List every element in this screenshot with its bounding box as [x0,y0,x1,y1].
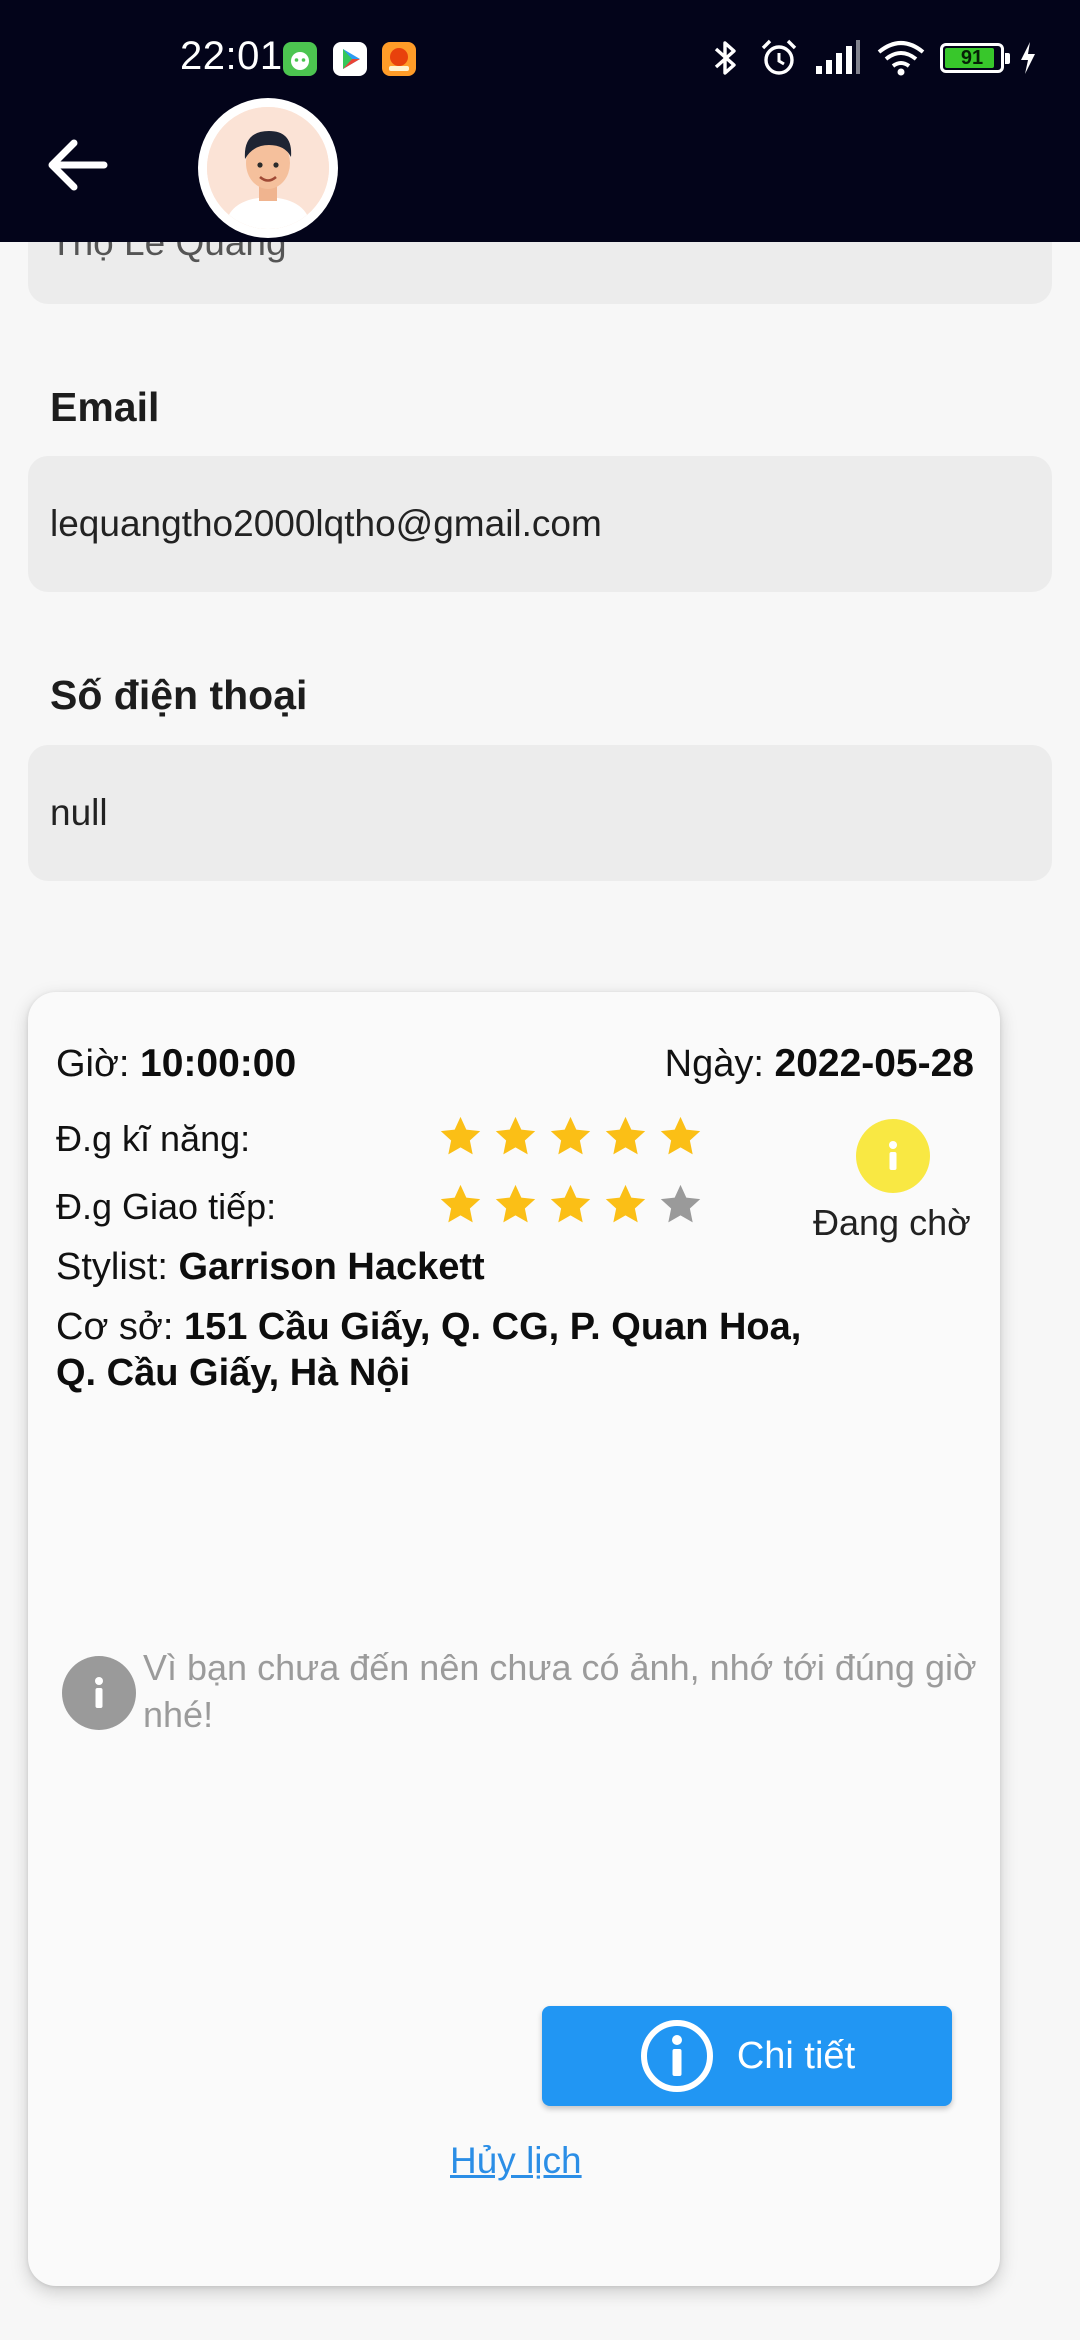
star-filled-icon [550,1184,591,1223]
branch-label: Cơ sở: [56,1306,174,1348]
status-label: Đang chờ [813,1202,971,1243]
communication-rating-stars [438,1182,703,1227]
signal-icon [816,40,860,74]
time-value: 10:00:00 [140,1042,297,1085]
charging-icon [1021,42,1035,74]
info-circle-icon [640,2020,713,2092]
star-filled-icon [605,1184,646,1223]
branch-value-line2: Q. Cầu Giấy, Hà Nội [56,1352,411,1394]
detail-button[interactable]: Chi tiết [542,2006,952,2106]
back-button[interactable] [40,128,114,202]
branch-value-line1: 151 Cầu Giấy, Q. CG, P. Quan Hoa, [183,1306,802,1348]
user-avatar-icon [207,107,329,229]
phone-label: Số điện thoại [50,672,308,718]
star-filled-icon [550,1116,591,1155]
skill-rating-stars [438,1114,703,1159]
star-filled-icon [605,1116,646,1155]
time-label: Giờ: [56,1043,130,1085]
info-icon [95,1677,103,1708]
stylist-label: Stylist: [56,1246,168,1288]
detail-button-label: Chi tiết [736,2034,856,2077]
star-filled-icon [440,1184,481,1223]
email-label: Email [50,384,160,430]
phone-field[interactable]: null [28,745,1052,881]
skill-rating-label: Đ.g kĩ năng: [56,1118,251,1159]
android-notification-icon [283,42,317,76]
time-row: Giờ: 10:00:00 [56,1042,296,1086]
battery-level: 91 [960,47,984,69]
branch-row-2: Q. Cầu Giấy, Hà Nội [56,1352,410,1395]
star-filled-icon [495,1184,536,1223]
email-field[interactable]: lequangtho2000lqtho@gmail.com [28,456,1052,592]
info-icon [889,1141,897,1170]
screen: Thọ Lê Quang Email lequangtho2000lqtho@g… [0,0,1080,2340]
appointment-card: Giờ: 10:00:00 Ngày: 2022-05-28 Đ.g kĩ nă… [28,992,1000,2286]
avatar[interactable] [198,98,338,238]
status-bar: 22:01 91 [0,0,1080,118]
star-filled-icon [495,1116,536,1155]
phone-field-value: null [50,792,108,833]
bluetooth-icon [714,41,736,75]
back-arrow-icon [48,139,108,191]
star-empty-icon [660,1184,701,1223]
note-info-icon [62,1656,136,1730]
battery-icon: 91 [940,43,1010,73]
date-row: Ngày: 2022-05-28 [665,1042,974,1086]
status-time: 22:01 [180,34,283,78]
status-indicator [856,1119,930,1193]
app-bar: 22:01 91 [0,0,1080,242]
play-store-notification-icon [333,42,367,76]
no-photo-note: Vì bạn chưa đến nên chưa có ảnh, nhớ tới… [143,1647,977,1735]
branch-row: Cơ sở: 151 Cầu Giấy, Q. CG, P. Quan Hoa, [56,1306,801,1349]
alarm-icon [761,39,797,75]
date-value: 2022-05-28 [774,1042,975,1085]
cancel-appointment-link[interactable]: Hủy lịch [450,2140,582,2182]
star-filled-icon [660,1116,701,1155]
app-notification-icon [382,42,416,76]
communication-rating-label: Đ.g Giao tiếp: [56,1186,277,1227]
stylist-value: Garrison Hackett [178,1246,485,1288]
system-icons: 91 [708,36,1038,80]
star-filled-icon [440,1116,481,1155]
email-field-value: lequangtho2000lqtho@gmail.com [50,503,602,544]
date-label: Ngày: [664,1043,764,1085]
wifi-icon [877,41,925,76]
stylist-row: Stylist: Garrison Hackett [56,1246,485,1289]
